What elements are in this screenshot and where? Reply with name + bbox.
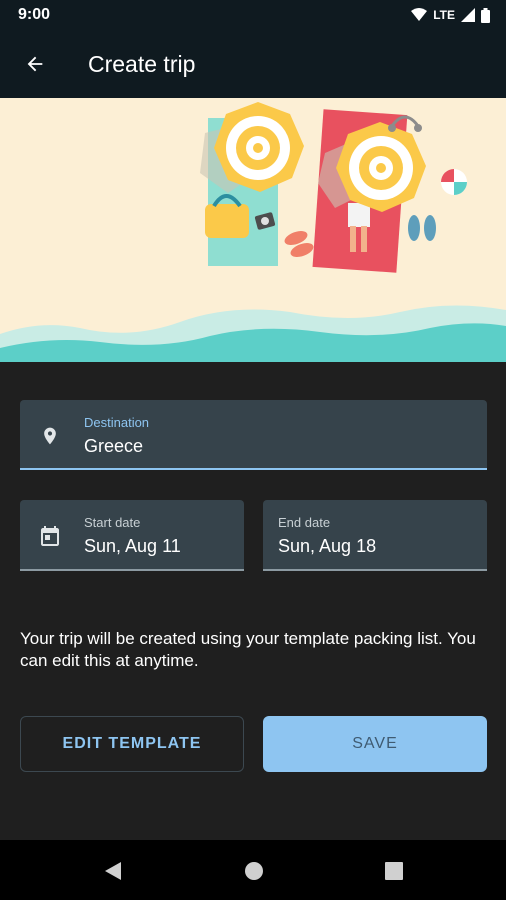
page-title: Create trip bbox=[88, 50, 196, 77]
umbrella-icon bbox=[336, 122, 426, 212]
nav-home-button[interactable] bbox=[243, 860, 265, 882]
calendar-icon bbox=[41, 526, 59, 546]
start-date-label: Start date bbox=[84, 515, 141, 530]
back-button[interactable] bbox=[20, 49, 50, 79]
destination-value: Greece bbox=[84, 436, 144, 456]
save-button[interactable]: SAVE bbox=[263, 716, 487, 772]
app-bar: Create trip bbox=[0, 30, 506, 98]
status-time: 9:00 bbox=[18, 6, 51, 23]
nav-home-icon bbox=[245, 862, 263, 880]
nav-back-button[interactable] bbox=[102, 860, 124, 882]
end-date-value: Sun, Aug 18 bbox=[278, 536, 377, 556]
beach-ball-icon bbox=[441, 169, 467, 195]
info-text: Your trip will be created using your tem… bbox=[20, 629, 476, 670]
end-date-label: End date bbox=[278, 515, 331, 530]
location-pin-icon bbox=[44, 427, 56, 445]
start-date-field[interactable]: Start date Sun, Aug 11 bbox=[20, 500, 244, 571]
edit-template-button[interactable]: EDIT TEMPLATE bbox=[20, 716, 244, 772]
destination-label: Destination bbox=[84, 415, 150, 430]
network-type: LTE bbox=[433, 8, 455, 22]
beach-illustration bbox=[0, 98, 506, 362]
start-date-value: Sun, Aug 11 bbox=[84, 536, 181, 556]
nav-recents-icon bbox=[385, 862, 403, 880]
signal-icon bbox=[461, 8, 475, 22]
destination-field[interactable]: Destination Greece bbox=[20, 400, 487, 470]
arrow-back-icon bbox=[27, 56, 43, 72]
battery-icon bbox=[481, 7, 490, 23]
status-bar: 9:00 LTE bbox=[0, 0, 506, 30]
navigation-bar bbox=[0, 840, 506, 900]
wifi-icon bbox=[411, 8, 428, 21]
nav-recents-button[interactable] bbox=[383, 860, 405, 882]
end-date-field[interactable]: End date Sun, Aug 18 bbox=[263, 500, 487, 571]
umbrella-icon bbox=[214, 102, 304, 192]
nav-back-icon bbox=[105, 862, 121, 880]
status-icons: LTE bbox=[411, 7, 490, 23]
